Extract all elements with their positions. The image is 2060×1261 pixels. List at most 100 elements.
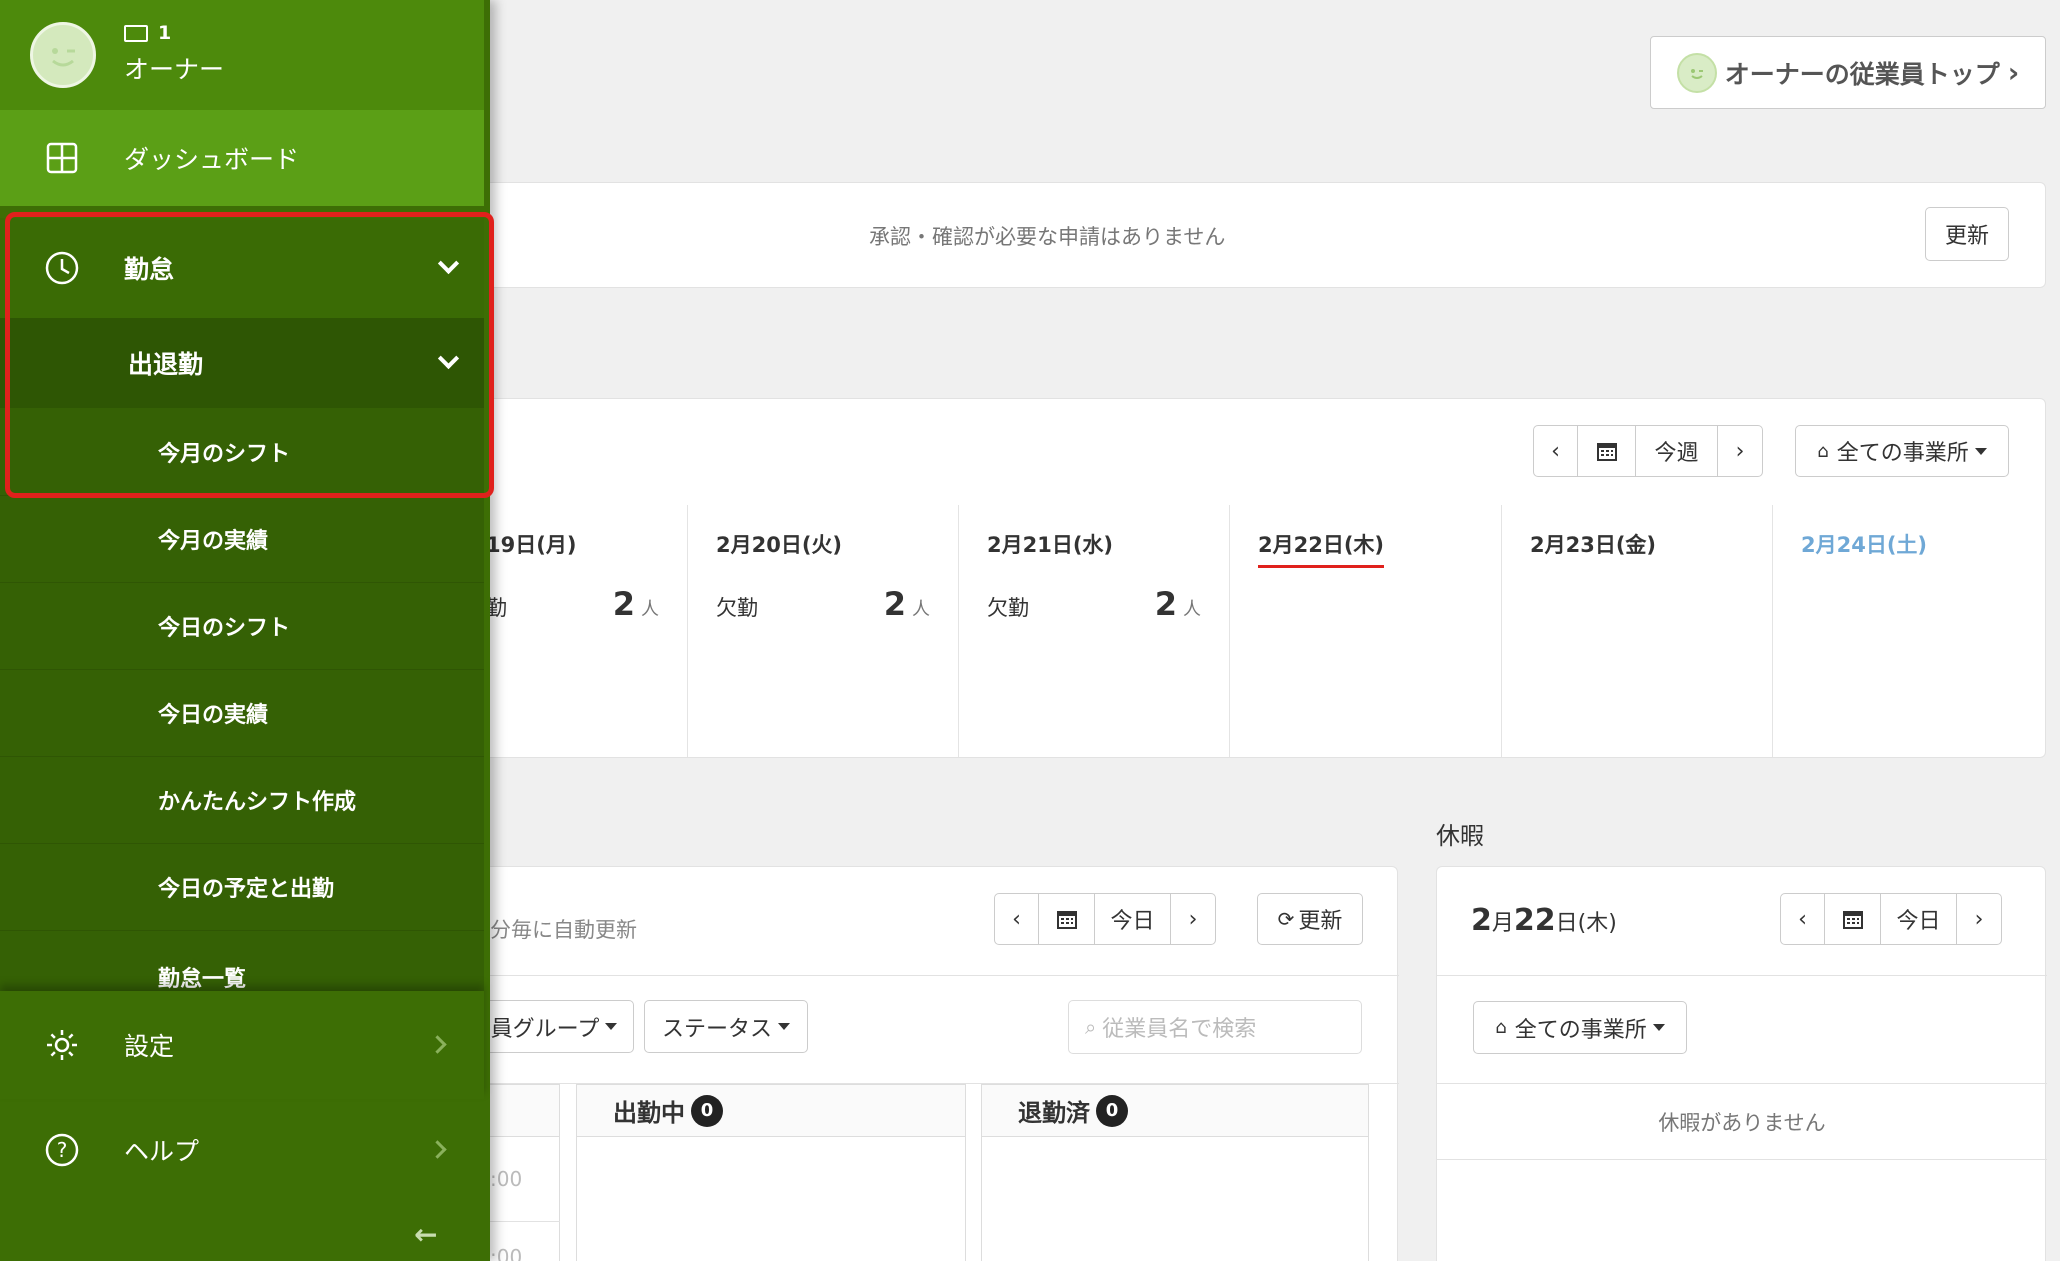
day-column-saturday[interactable]: 2月24日(土) <box>1773 505 2044 757</box>
caret-down-icon <box>1974 447 1987 455</box>
avatar[interactable] <box>30 22 96 88</box>
leave-date-month-suffix: 月 <box>1491 911 1514 936</box>
sidebar-subitem-label: 今日の予定と出勤 <box>158 877 335 902</box>
user-id: 1 <box>124 22 171 44</box>
leave-office-filter-dropdown[interactable]: ⌂ 全ての事業所 <box>1473 1001 1687 1054</box>
this-week-button[interactable]: 今週 <box>1636 426 1718 476</box>
search-placeholder: 従業員名で検索 <box>1102 1017 1257 1042</box>
employee-group-filter[interactable]: 員グループ <box>474 1000 634 1053</box>
day-column[interactable]: 2月21日(水) 欠勤 2 人 <box>959 505 1230 757</box>
office-filter-dropdown[interactable]: ⌂ 全ての事業所 <box>1795 425 2009 477</box>
home-icon: ⌂ <box>1495 1017 1507 1038</box>
day-date: 2月21日(水) <box>987 533 1114 557</box>
leave-date-day: 22 <box>1513 903 1556 938</box>
gear-icon <box>42 1025 82 1065</box>
id-card-icon <box>124 24 148 42</box>
day-column-today[interactable]: 2月22日(木) <box>1230 505 1502 757</box>
status-filter-label: ステータス <box>661 1016 772 1042</box>
sidebar-subitem-label: 勤怠一覧 <box>158 967 247 992</box>
sidebar-subitem[interactable]: かんたんシフト作成 <box>0 757 484 844</box>
prev-day-button[interactable]: ‹ <box>1781 894 1825 944</box>
sidebar-subitem[interactable]: 今日の予定と出勤 <box>0 844 484 931</box>
user-name: オーナー <box>124 55 225 84</box>
sidebar-subitem-label: 今日のシフト <box>158 616 291 641</box>
day-date: 2月20日(火) <box>716 533 843 557</box>
leave-date: 2月22日(木) <box>1471 903 1617 938</box>
next-week-button[interactable]: › <box>1718 426 1762 476</box>
status-filter[interactable]: ステータス <box>644 1000 808 1053</box>
day-unit: 人 <box>912 599 930 620</box>
divider <box>1437 1083 2047 1084</box>
chevron-right-icon <box>428 1140 447 1159</box>
caret-down-icon <box>605 1023 618 1030</box>
leave-office-filter-label: 全ての事業所 <box>1514 1017 1647 1043</box>
auto-refresh-note: 分毎に自動更新 <box>490 918 637 942</box>
chevron-right-icon <box>428 1035 447 1054</box>
owner-face-icon <box>1676 52 1717 93</box>
search-icon: ⌕ <box>1085 1015 1097 1039</box>
day-column[interactable]: 19日(月) 勤 2 人 <box>460 505 688 757</box>
sidebar-item-settings[interactable]: 設定 <box>0 991 484 1099</box>
approvals-refresh-button[interactable]: 更新 <box>1925 207 2009 261</box>
user-id-value: 1 <box>158 22 172 44</box>
day-unit: 人 <box>1183 599 1201 620</box>
left-count-badge: 0 <box>1096 1094 1128 1127</box>
today-button[interactable]: 今日 <box>1881 894 1957 944</box>
day-unit: 人 <box>641 599 659 620</box>
collapse-sidebar-arrow-icon[interactable]: ← <box>414 1218 437 1251</box>
divider <box>461 975 1399 976</box>
home-icon: ⌂ <box>1817 440 1829 462</box>
attendance-refresh-button[interactable]: ⟳ 更新 <box>1257 893 1363 945</box>
employee-search-input[interactable]: ⌕ 従業員名で検索 <box>1068 1000 1362 1054</box>
caret-down-icon <box>778 1023 790 1030</box>
leave-date-day-suffix: 日(木) <box>1555 911 1617 936</box>
calendar-icon[interactable] <box>1039 894 1095 944</box>
sidebar-item-dashboard[interactable]: ダッシュボード <box>0 110 484 206</box>
day-count: 2 <box>1154 585 1177 623</box>
working-column-header: 出勤中 0 <box>577 1085 965 1137</box>
chevron-right-icon: › <box>2007 56 2020 89</box>
leave-empty-message: 休暇がありません <box>1658 1111 1826 1135</box>
caret-down-icon <box>1652 1024 1665 1031</box>
sidebar-item-label: ヘルプ <box>124 1137 200 1166</box>
sidebar-item-label: 設定 <box>124 1032 175 1061</box>
owner-employee-top-button[interactable]: オーナーの従業員トップ › <box>1650 36 2046 109</box>
sidebar-subitem[interactable]: 勤怠一覧 <box>0 931 484 992</box>
working-column: 出勤中 0 <box>576 1084 966 1261</box>
day-navigation: ‹ 今日 › <box>994 893 1216 945</box>
working-count-badge: 0 <box>691 1094 723 1127</box>
sidebar-subitem-label: かんたんシフト作成 <box>158 790 357 815</box>
day-summary: 勤 2 人 <box>486 585 659 623</box>
sidebar-subitem-label: 今日の実績 <box>158 703 269 728</box>
left-label: 退勤済 <box>1018 1099 1090 1127</box>
leave-section-title: 休暇 <box>1436 822 1484 850</box>
calendar-icon[interactable] <box>1578 426 1636 476</box>
sidebar-subitem[interactable]: 今日の実績 <box>0 670 484 757</box>
dashboard-icon <box>42 138 82 178</box>
sidebar-user-header[interactable]: 1 オーナー <box>0 0 484 110</box>
sidebar-item-help[interactable]: ? ヘルプ <box>0 1099 484 1201</box>
day-column[interactable]: 2月23日(金) <box>1502 505 1773 757</box>
day-summary: 欠勤 2 人 <box>716 585 930 623</box>
sidebar-subitem[interactable]: 今日のシフト <box>0 583 484 670</box>
day-status: 欠勤 <box>716 596 758 620</box>
leave-date-month: 2 <box>1471 903 1492 938</box>
prev-week-button[interactable]: ‹ <box>1534 426 1578 476</box>
refresh-icon: ⟳ <box>1277 907 1295 931</box>
divider <box>1437 1159 2047 1160</box>
group-filter-label: 員グループ <box>490 1016 600 1042</box>
day-count: 2 <box>883 585 906 623</box>
calendar-icon[interactable] <box>1825 894 1881 944</box>
day-date: 2月23日(金) <box>1530 533 1657 557</box>
day-date: 2月22日(木) <box>1258 529 1385 568</box>
today-button[interactable]: 今日 <box>1095 894 1171 944</box>
approvals-card: 承認・確認が必要な申請はありません 更新 <box>460 182 2046 288</box>
day-column[interactable]: 2月20日(火) 欠勤 2 人 <box>688 505 959 757</box>
sidebar-subitem[interactable]: 今月の実績 <box>0 496 484 583</box>
time-slot: :00 <box>490 1245 523 1261</box>
next-day-button[interactable]: › <box>1171 894 1215 944</box>
prev-day-button[interactable]: ‹ <box>995 894 1039 944</box>
time-slot: :00 <box>490 1167 523 1191</box>
day-date: 2月24日(土) <box>1801 533 1928 557</box>
next-day-button[interactable]: › <box>1957 894 2001 944</box>
